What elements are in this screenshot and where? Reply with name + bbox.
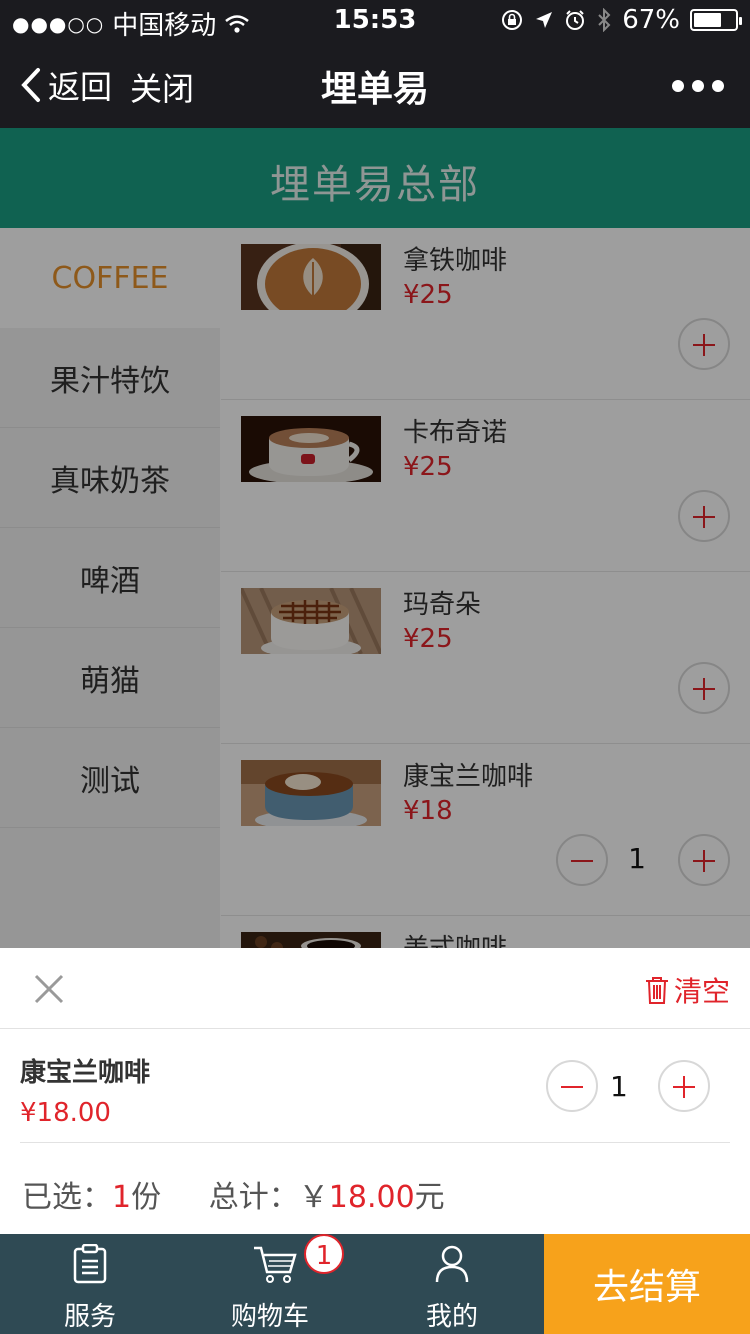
cart-item-quantity: 1 [610, 1070, 628, 1103]
total-amount: 18.00 [328, 1180, 415, 1215]
cart-item-name: 康宝兰咖啡 [20, 1058, 151, 1088]
currency-symbol: ￥ [298, 1180, 329, 1215]
more-menu-button[interactable] [672, 80, 724, 92]
cart-item-price: ¥18.00 [20, 1098, 111, 1128]
divider [20, 1142, 730, 1143]
tab-cart[interactable]: 1 购物车 [180, 1234, 360, 1334]
page-title: 埋单易 [320, 69, 429, 110]
clear-cart-label: 清空 [673, 975, 730, 1008]
modal-overlay[interactable] [0, 128, 750, 948]
close-cart-icon[interactable] [32, 972, 66, 1006]
location-icon [536, 12, 553, 28]
rotation-lock-icon [502, 10, 523, 30]
bluetooth-icon [598, 8, 611, 32]
cart-count-badge: 1 [304, 1234, 344, 1274]
total-label: 总计： [208, 1180, 299, 1215]
alarm-icon [566, 10, 585, 30]
cart-increase-button[interactable] [658, 1060, 710, 1112]
battery-icon [690, 9, 742, 31]
more-dot-icon [672, 80, 684, 92]
more-dot-icon [692, 80, 704, 92]
clear-cart-button[interactable]: 清空 [644, 970, 730, 1010]
trash-icon [645, 977, 668, 1004]
cart-decrease-button[interactable] [546, 1060, 598, 1112]
tab-cart-label: 购物车 [230, 1302, 309, 1332]
more-dot-icon [712, 80, 724, 92]
selected-unit: 份 [131, 1180, 162, 1215]
tab-service[interactable]: 服务 [0, 1234, 180, 1334]
tab-mine[interactable]: 我的 [362, 1234, 542, 1334]
checkout-button[interactable]: 去结算 [544, 1234, 750, 1334]
battery-percent: 67% [622, 5, 680, 35]
total-unit: 元 [414, 1180, 445, 1215]
selected-label: 已选： [22, 1180, 112, 1215]
status-bar: ●●●○○ 中国移动 15:53 67% [0, 0, 750, 41]
selected-count: 1 [112, 1180, 132, 1215]
cart-icon [254, 1246, 297, 1283]
divider [0, 1028, 750, 1029]
cart-summary: 已选：1份 总计：￥18.00元 [22, 1172, 445, 1216]
tab-mine-label: 我的 [425, 1302, 478, 1332]
user-icon [435, 1245, 469, 1283]
tab-service-label: 服务 [63, 1302, 116, 1332]
tab-bar: 服务 1 购物车 我的 去结算 [0, 1234, 750, 1334]
nav-bar: 返回 关闭 埋单易 [0, 40, 750, 128]
clipboard-icon [73, 1244, 107, 1284]
cart-panel: 清空 康宝兰咖啡 ¥18.00 1 已选：1份 总计：￥18.00元 [0, 948, 750, 1234]
